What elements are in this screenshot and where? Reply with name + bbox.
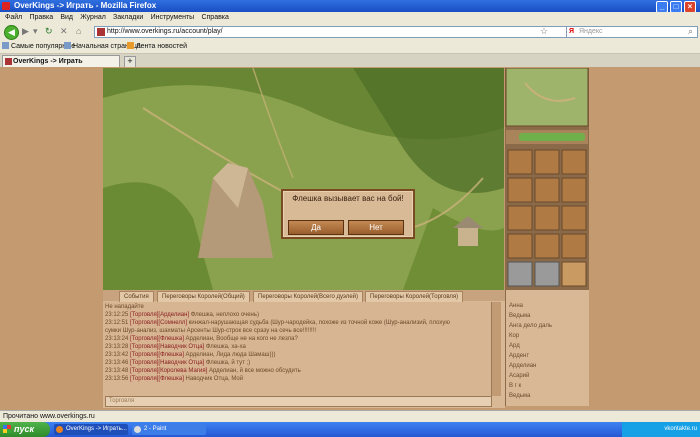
user-list-item[interactable]: Ард <box>509 342 520 350</box>
chat-line: сумки Шур-анализ, шахматы Арсенты Шур-ст… <box>105 328 317 334</box>
game-map[interactable] <box>103 68 504 290</box>
user-list-item[interactable]: Асарий <box>509 372 529 380</box>
taskbar: пуск OverKings -> Играть... 2 - Paint vk… <box>0 422 700 437</box>
chat-input-channel: Торговля <box>109 398 135 404</box>
forward-icon[interactable]: ▶ <box>22 27 29 36</box>
chat-scrollbar[interactable] <box>491 302 501 396</box>
user-list-item[interactable]: Ведьма <box>509 392 530 400</box>
chat-line: 23:13:56 [Торговля][Флешка] Наводчик Отц… <box>105 376 244 382</box>
search-input[interactable]: Я Яндекс <box>566 26 698 38</box>
folder-icon <box>2 42 9 49</box>
chat-line: 23:13:24 [Торговля][Флешка] Арделиан, Во… <box>105 336 298 342</box>
user-list-item[interactable]: Анна <box>509 302 523 310</box>
windows-logo-icon <box>3 425 11 433</box>
yandex-logo: Я <box>569 28 575 35</box>
address-value: http://www.overkings.ru/account/play/ <box>107 28 223 35</box>
chat-panel: События Переговоры Королей(Общий) Перего… <box>103 290 505 408</box>
reload-icon[interactable]: ↻ <box>45 27 53 36</box>
menu-edit[interactable]: Правка <box>29 12 53 23</box>
system-tray: vkontakte.ru <box>622 422 700 437</box>
chat-line: 23:12:25 [Торговля][Арделиан] Флешка, не… <box>105 312 259 318</box>
search-placeholder: Яндекс <box>579 28 603 35</box>
site-favicon <box>97 28 105 36</box>
home-icon[interactable]: ⌂ <box>76 27 81 36</box>
bookmarks-bar: Самые популярные Начальная страница Лент… <box>0 40 700 54</box>
chat-line: 23:13:48 [Торговля][Королева Магия] Арде… <box>105 368 301 374</box>
duel-challenge-dialog: Флешка вызывает вас на бой! Да Нет <box>281 189 415 239</box>
side-panel-graphics <box>505 67 589 287</box>
menu-history[interactable]: Журнал <box>80 12 106 23</box>
window-title: OverKings -> Играть - Mozilla Firefox <box>14 1 157 10</box>
online-user-list: Анна Ведьма Анга дело даль Кор Ард Арден… <box>506 290 589 406</box>
chat-line: 23:12:51 [Торговля][Сомнелл] кинжал-нару… <box>105 320 450 326</box>
bookmark-news-feed[interactable]: Лента новостей <box>127 42 187 51</box>
start-button[interactable]: пуск <box>0 422 50 437</box>
decline-duel-button[interactable]: Нет <box>348 220 404 235</box>
duel-challenge-message: Флешка вызывает вас на бой! <box>292 194 404 203</box>
firefox-icon <box>2 2 10 10</box>
user-list-item[interactable]: Ардент <box>509 352 529 360</box>
user-list-item[interactable]: Арделиан <box>509 362 536 370</box>
bookmark-star-icon[interactable]: ☆ <box>540 27 548 36</box>
chat-line: Не нападайте <box>105 304 144 310</box>
rss-icon <box>127 42 134 49</box>
chat-messages: Не нападайте 23:12:25 [Торговля][Арделиа… <box>103 302 491 396</box>
stop-icon[interactable]: ✕ <box>60 27 68 36</box>
chat-line: 23:13:46 [Торговля][Наводчик Отца] Флешк… <box>105 360 251 366</box>
tab-label: OverKings -> Играть <box>13 58 83 65</box>
menu-help[interactable]: Справка <box>201 12 228 23</box>
menu-bookmarks[interactable]: Закладки <box>113 12 143 23</box>
user-list-item[interactable]: В г к <box>509 382 521 390</box>
page-icon <box>64 42 71 49</box>
menu-tools[interactable]: Инструменты <box>151 12 195 23</box>
chat-input[interactable]: Торговля <box>105 396 492 407</box>
menu-file[interactable]: Файл <box>5 12 22 23</box>
chat-line: 23:13:42 [Торговля][Флешка] Арделиан, Ли… <box>105 352 276 358</box>
back-icon[interactable]: ◀ <box>4 25 19 40</box>
tray-text: vkontakte.ru <box>664 426 697 432</box>
navigation-bar: ◀ ▶ ▾ ↻ ✕ ⌂ http://www.overkings.ru/acco… <box>0 23 700 40</box>
window-title-bar: OverKings -> Играть - Mozilla Firefox _ … <box>0 0 700 13</box>
tab-favicon <box>5 58 12 65</box>
map-terrain <box>103 68 504 290</box>
taskbar-item-paint[interactable]: 2 - Paint <box>132 424 206 435</box>
chat-tabs: События Переговоры Королей(Общий) Перего… <box>103 290 505 303</box>
user-list-item[interactable]: Кор <box>509 332 519 340</box>
taskbar-item-firefox[interactable]: OverKings -> Играть... <box>54 424 128 435</box>
accept-duel-button[interactable]: Да <box>288 220 344 235</box>
chat-line: 23:13:28 [Торговля][Наводчик Отца] Флешк… <box>105 344 246 350</box>
tab-bar: OverKings -> Играть + <box>0 54 700 68</box>
firefox-icon <box>56 426 63 433</box>
tab-overkings[interactable]: OverKings -> Играть <box>2 55 120 67</box>
status-text: Прочитано www.overkings.ru <box>3 413 95 420</box>
search-icon[interactable]: ⌕ <box>688 27 693 36</box>
history-dropdown-icon[interactable]: ▾ <box>33 27 38 36</box>
address-bar[interactable]: http://www.overkings.ru/account/play/ <box>94 26 568 38</box>
user-list-item[interactable]: Анга дело даль <box>509 322 552 330</box>
paint-icon <box>134 426 141 433</box>
menu-view[interactable]: Вид <box>60 12 73 23</box>
user-list-item[interactable]: Ведьма <box>509 312 530 320</box>
